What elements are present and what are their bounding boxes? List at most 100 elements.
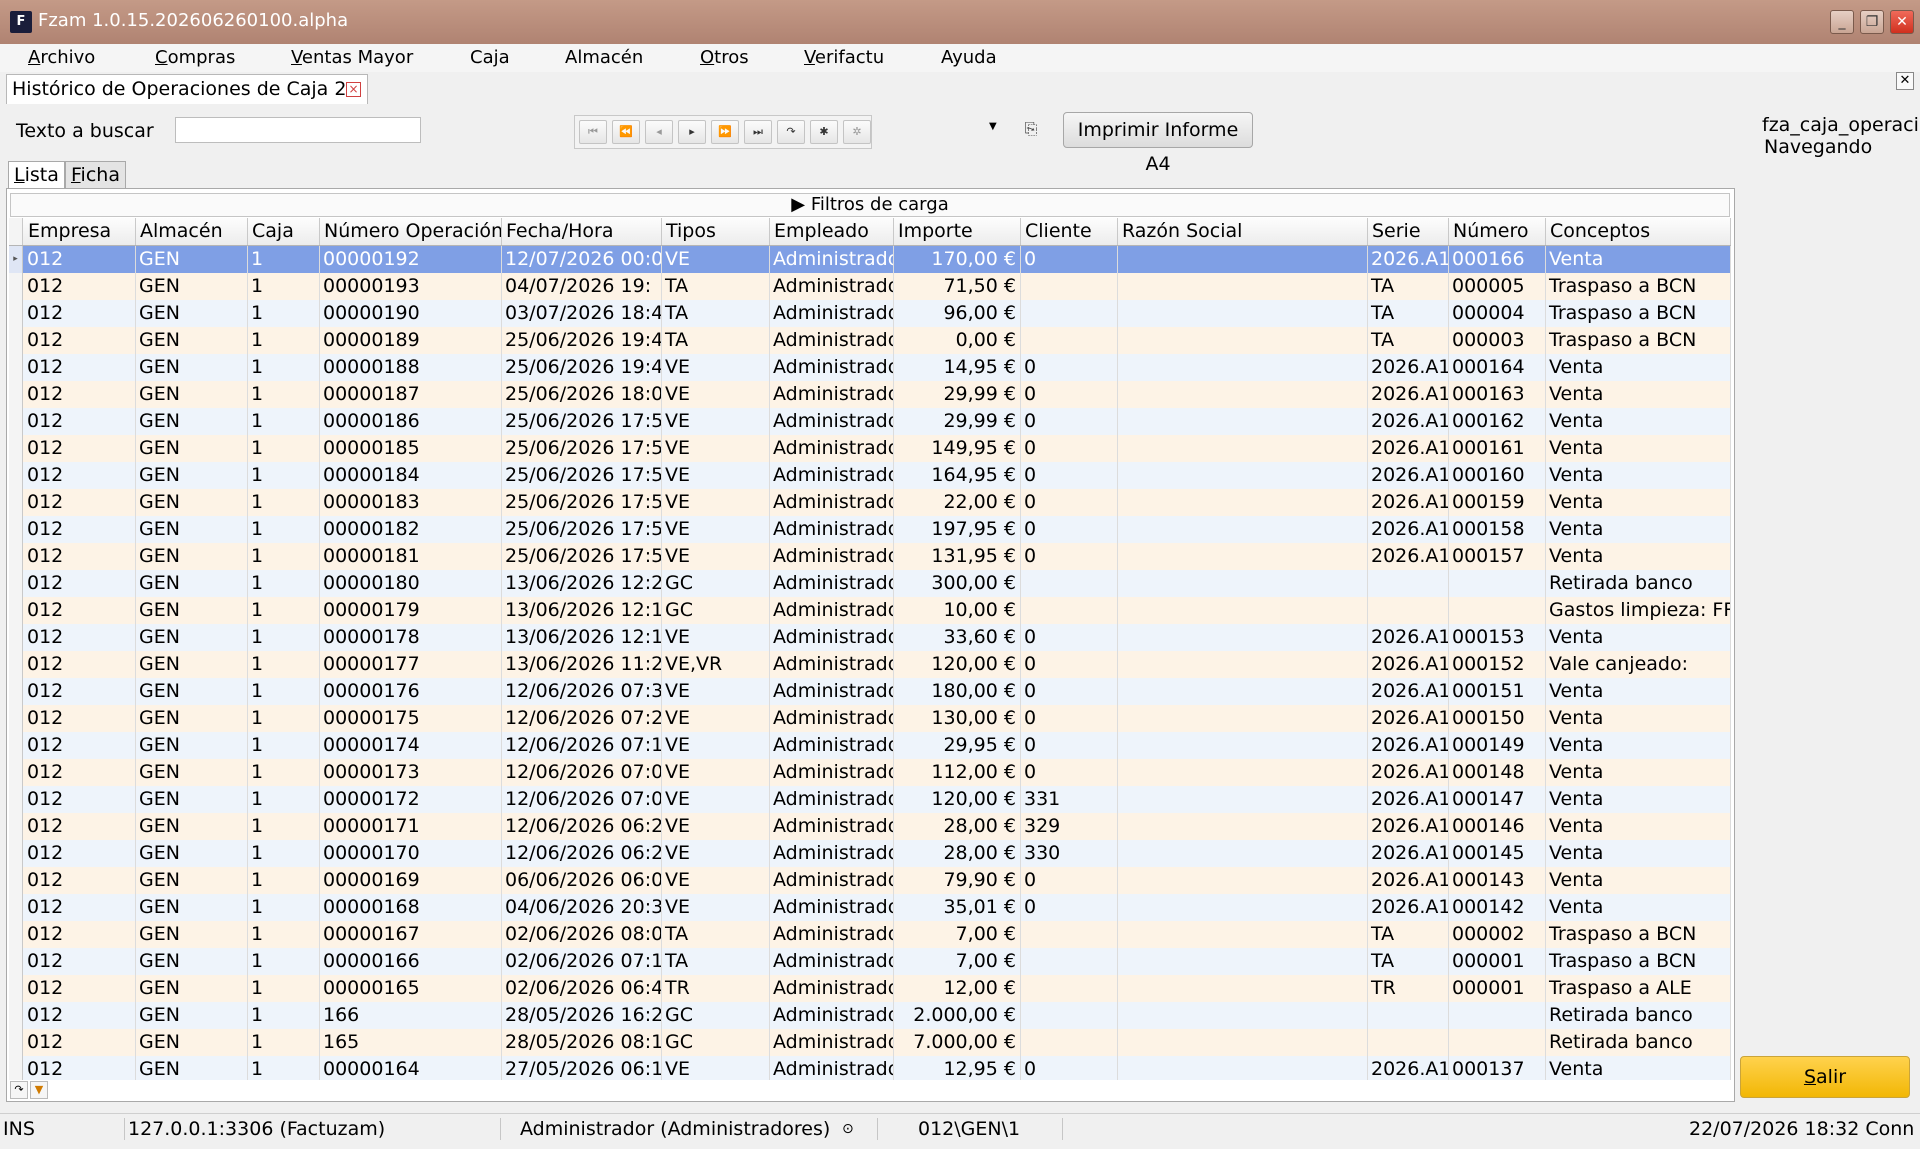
column-header-cliente[interactable]: Cliente [1021,218,1118,245]
dropdown-arrow-icon[interactable]: ▼ [989,121,997,132]
row-indicator[interactable] [9,1056,23,1080]
first-record-icon[interactable]: ⏮ [579,120,607,144]
refresh-icon[interactable]: ↷ [777,120,805,144]
table-row[interactable]: 012 GEN 1 00000187 25/06/2026 18:0 VE Administ… [9,381,1731,408]
table-row[interactable]: 012 GEN 1 165 28/05/2026 08:1 GC Administrado 7… [9,1029,1731,1056]
column-header-almac-n[interactable]: Almacén [136,218,248,245]
table-row[interactable]: 012 GEN 1 00000176 12/06/2026 07:3 VE Administ… [9,678,1731,705]
operations-grid[interactable]: Empresa Almacén Caja Número Operación Fecha/… [9,218,1731,1080]
row-indicator[interactable] [9,543,23,570]
cancel-icon[interactable]: ✲ [843,120,871,144]
apply-icon[interactable]: ✱ [810,120,838,144]
table-row[interactable]: 012 GEN 1 00000171 12/06/2026 06:2 VE Administ… [9,813,1731,840]
row-indicator[interactable] [9,678,23,705]
table-row[interactable]: 012 GEN 1 00000178 13/06/2026 12:1 VE Administ… [9,624,1731,651]
table-row[interactable]: ▸ 012 GEN 1 00000192 12/07/2026 00:0 VE Adminis… [9,246,1731,273]
column-header-empresa[interactable]: Empresa [24,218,136,245]
column-header-tipos[interactable]: Tipos [662,218,770,245]
table-row[interactable]: 012 GEN 1 00000170 12/06/2026 06:2 VE Administ… [9,840,1731,867]
export-icon[interactable]: ⎘ [1022,120,1040,138]
table-row[interactable]: 012 GEN 1 00000185 25/06/2026 17:5 VE Administ… [9,435,1731,462]
row-indicator[interactable] [9,705,23,732]
table-row[interactable]: 012 GEN 1 00000190 03/07/2026 18:4 TA Administ… [9,300,1731,327]
table-row[interactable]: 012 GEN 1 00000181 25/06/2026 17:5 VE Administ… [9,543,1731,570]
table-row[interactable]: 012 GEN 1 00000167 02/06/2026 08:0 TA Administ… [9,921,1731,948]
close-icon[interactable]: ✕ [1890,10,1914,34]
table-row[interactable]: 012 GEN 1 00000165 02/06/2026 06:4 TR Administ… [9,975,1731,1002]
row-indicator[interactable] [9,273,23,300]
row-indicator[interactable] [9,597,23,624]
table-row[interactable]: 012 GEN 1 00000182 25/06/2026 17:5 VE Administ… [9,516,1731,543]
row-indicator[interactable] [9,867,23,894]
row-indicator[interactable] [9,813,23,840]
table-row[interactable]: 012 GEN 1 00000184 25/06/2026 17:5 VE Administ… [9,462,1731,489]
table-row[interactable]: 012 GEN 1 00000183 25/06/2026 17:5 VE Administ… [9,489,1731,516]
table-row[interactable]: 012 GEN 1 00000169 06/06/2026 06:0 VE Administ… [9,867,1731,894]
menu-item-almac-n[interactable]: Almacén [565,47,643,68]
close-window-icon[interactable]: ✕ [1896,72,1914,90]
row-indicator[interactable] [9,462,23,489]
column-header-serie[interactable]: Serie [1368,218,1449,245]
row-indicator[interactable] [9,570,23,597]
row-indicator[interactable] [9,489,23,516]
row-indicator[interactable] [9,732,23,759]
menu-item-archivo[interactable]: Archivo [28,47,95,68]
table-row[interactable]: 012 GEN 1 00000174 12/06/2026 07:1 VE Administ… [9,732,1731,759]
row-indicator[interactable] [9,975,23,1002]
row-indicator[interactable] [9,948,23,975]
minimize-icon[interactable]: _ [1830,10,1854,34]
column-header-conceptos[interactable]: Conceptos [1546,218,1731,245]
row-indicator[interactable] [9,1029,23,1056]
table-row[interactable]: 012 GEN 1 00000168 04/06/2026 20:3 VE Administ… [9,894,1731,921]
table-row[interactable]: 012 GEN 1 166 28/05/2026 16:2 GC Administrado 2… [9,1002,1731,1029]
restore-icon[interactable]: ❐ [1860,10,1884,34]
row-indicator[interactable] [9,435,23,462]
tab-ficha[interactable]: Ficha [65,161,126,189]
tab-lista[interactable]: Lista [8,161,65,189]
table-row[interactable]: 012 GEN 1 00000175 12/06/2026 07:2 VE Administ… [9,705,1731,732]
row-indicator[interactable] [9,921,23,948]
table-row[interactable]: 012 GEN 1 00000164 27/05/2026 06:1 VE Administ… [9,1056,1731,1080]
grid-filter-icon[interactable]: ▼ [30,1081,48,1099]
table-row[interactable]: 012 GEN 1 00000188 25/06/2026 19:4 VE Administ… [9,354,1731,381]
menu-item-caja[interactable]: Caja [470,47,510,68]
column-header-importe[interactable]: Importe [894,218,1021,245]
row-indicator[interactable] [9,1002,23,1029]
next-record-icon[interactable]: ▸ [678,120,706,144]
row-indicator[interactable] [9,651,23,678]
table-row[interactable]: 012 GEN 1 00000172 12/06/2026 07:0 VE Administ… [9,786,1731,813]
column-header-fecha-hora[interactable]: Fecha/Hora [502,218,662,245]
print-report-button[interactable]: Imprimir Informe A4 [1063,112,1253,175]
row-indicator[interactable] [9,840,23,867]
search-input[interactable] [175,117,421,143]
column-header-raz-n-social[interactable]: Razón Social [1118,218,1368,245]
column-header-n-mero[interactable]: Número [1449,218,1546,245]
close-tab-icon[interactable]: × [346,82,361,97]
load-filters-toggle[interactable]: ▶ Filtros de carga [10,193,1730,217]
grid-refresh-icon[interactable]: ↷ [10,1081,28,1099]
row-indicator[interactable] [9,381,23,408]
row-indicator[interactable] [9,759,23,786]
table-row[interactable]: 012 GEN 1 00000166 02/06/2026 07:1 TA Administ… [9,948,1731,975]
current-row-indicator-icon[interactable]: ▸ [9,246,23,273]
menu-item-verifactu[interactable]: Verifactu [804,47,884,68]
row-indicator[interactable] [9,516,23,543]
table-row[interactable]: 012 GEN 1 00000179 13/06/2026 12:1 GC Administ… [9,597,1731,624]
column-header-empleado[interactable]: Empleado [770,218,894,245]
column-header-n-mero-operaci-n[interactable]: Número Operación [320,218,502,245]
row-indicator[interactable] [9,894,23,921]
tab-historico-operaciones[interactable]: Histórico de Operaciones de Caja 2 × [6,74,368,104]
row-indicator[interactable] [9,300,23,327]
row-indicator[interactable] [9,354,23,381]
menu-item-otros[interactable]: Otros [700,47,749,68]
row-indicator[interactable] [9,327,23,354]
prior-record-icon[interactable]: ◂ [645,120,673,144]
menu-item-ayuda[interactable]: Ayuda [941,47,997,68]
next-page-icon[interactable]: ⏩ [711,120,739,144]
exit-button[interactable]: Salir [1740,1056,1910,1098]
table-row[interactable]: 012 GEN 1 00000189 25/06/2026 19:4 TA Administ… [9,327,1731,354]
table-row[interactable]: 012 GEN 1 00000180 13/06/2026 12:2 GC Administ… [9,570,1731,597]
table-row[interactable]: 012 GEN 1 00000193 04/07/2026 19: TA Administr… [9,273,1731,300]
table-row[interactable]: 012 GEN 1 00000186 25/06/2026 17:5 VE Administ… [9,408,1731,435]
row-indicator[interactable] [9,408,23,435]
